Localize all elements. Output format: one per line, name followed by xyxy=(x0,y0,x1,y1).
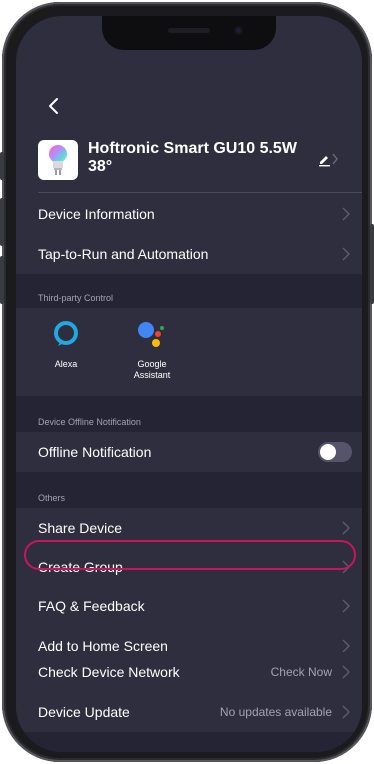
row-label: Offline Notification xyxy=(38,444,152,460)
chevron-right-icon xyxy=(342,521,350,535)
row-label: Share Device xyxy=(38,520,123,536)
speaker xyxy=(168,28,210,33)
check-device-network-row[interactable]: Check Device Network Check Now xyxy=(16,652,362,692)
chevron-right-icon xyxy=(342,639,350,653)
check-now-value: Check Now xyxy=(270,665,332,679)
pencil-icon xyxy=(319,153,338,167)
row-label: Create Group xyxy=(38,559,123,575)
google-label-line1: Google xyxy=(137,359,167,369)
chevron-right-icon xyxy=(342,247,350,261)
section-header-offline: Device Offline Notification xyxy=(16,396,362,432)
chevron-left-icon xyxy=(49,98,58,114)
chevron-right-icon xyxy=(342,665,350,679)
faq-feedback-row[interactable]: FAQ & Feedback xyxy=(16,586,362,626)
bulb-icon xyxy=(38,140,78,180)
device-header: Hoftronic Smart GU10 5.5W 38° xyxy=(16,128,362,192)
power-button xyxy=(370,224,374,304)
edit-name-button[interactable] xyxy=(318,150,340,168)
offline-notification-row: Offline Notification xyxy=(16,432,362,472)
google-assistant-button[interactable]: Google Assistant xyxy=(114,320,190,381)
device-update-row[interactable]: Device Update No updates available xyxy=(16,692,362,732)
mute-switch xyxy=(0,152,4,180)
device-information-row[interactable]: Device Information xyxy=(16,194,362,234)
phone-frame: Hoftronic Smart GU10 5.5W 38° Device Inf… xyxy=(0,2,374,762)
back-button[interactable] xyxy=(42,94,66,118)
third-party-control: Alexa Google Assistant xyxy=(16,308,362,396)
alexa-button[interactable]: Alexa xyxy=(28,320,104,370)
google-assistant-icon xyxy=(138,322,164,347)
section-title: Third-party Control xyxy=(38,293,114,303)
notch xyxy=(102,16,276,50)
volume-down-button xyxy=(0,256,4,304)
divider xyxy=(38,192,362,193)
offline-notification-toggle[interactable] xyxy=(318,442,352,462)
row-label: Check Device Network xyxy=(38,664,180,680)
chevron-right-icon xyxy=(342,207,350,221)
section-header-third-party: Third-party Control xyxy=(16,274,362,308)
chevron-right-icon xyxy=(342,560,350,574)
volume-up-button xyxy=(0,198,4,246)
alexa-icon xyxy=(54,321,78,346)
alexa-label: Alexa xyxy=(54,359,78,369)
section-header-others: Others xyxy=(16,472,362,508)
tap-to-run-row[interactable]: Tap-to-Run and Automation xyxy=(16,234,362,274)
section-title: Device Offline Notification xyxy=(38,417,141,427)
row-label: FAQ & Feedback xyxy=(38,598,145,614)
google-label-line2: Assistant xyxy=(133,370,171,380)
front-camera xyxy=(234,26,243,35)
row-label: Device Update xyxy=(38,704,130,720)
row-label: Device Information xyxy=(38,206,155,222)
create-group-row[interactable]: Create Group xyxy=(16,548,362,586)
toggle-knob xyxy=(320,444,336,460)
chevron-right-icon xyxy=(342,599,350,613)
chevron-right-icon xyxy=(342,705,350,719)
device-name: Hoftronic Smart GU10 5.5W 38° xyxy=(88,140,297,175)
section-title: Others xyxy=(38,493,66,503)
update-status-value: No updates available xyxy=(219,705,332,719)
row-label: Tap-to-Run and Automation xyxy=(38,246,209,262)
share-device-row[interactable]: Share Device xyxy=(16,508,362,548)
app-screen: Hoftronic Smart GU10 5.5W 38° Device Inf… xyxy=(16,16,362,752)
bottom-spacer xyxy=(16,732,362,752)
